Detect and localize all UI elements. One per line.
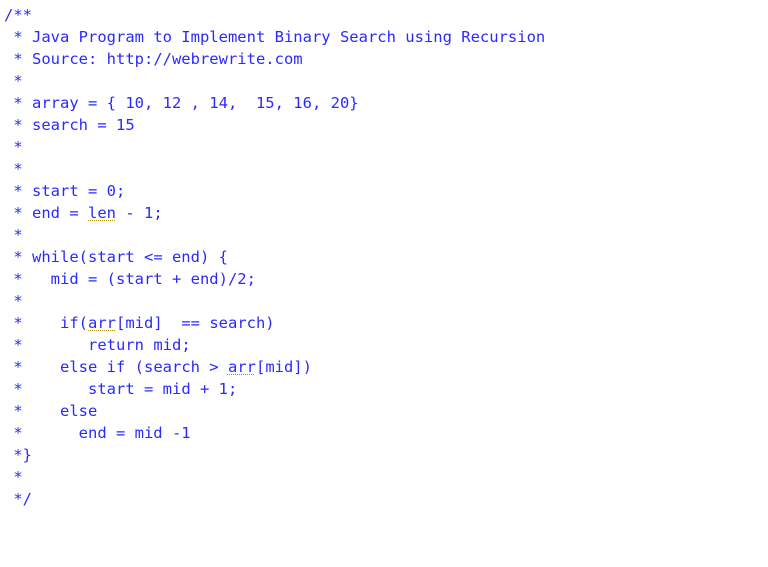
code-line: * Source: http://webrewrite.com [4,50,303,68]
typo-warning-token: arr [228,358,256,376]
code-line: * end = len - 1; [4,204,163,222]
code-text: if( [60,314,88,332]
code-comment-block: /** * Java Program to Implement Binary S… [0,0,768,510]
comment-prefix: * [4,248,32,266]
code-text: end = mid -1 [79,424,191,442]
code-line: * [4,160,23,178]
code-text: [mid]) [256,358,312,376]
comment-prefix: * [4,94,32,112]
code-text: else [60,402,97,420]
comment-prefix: * [4,380,88,398]
code-line: * else if (search > arr[mid]) [4,358,312,376]
code-line: * Java Program to Implement Binary Searc… [4,28,545,46]
code-text: start = 0; [32,182,125,200]
code-line: * [4,292,23,310]
code-line: * return mid; [4,336,191,354]
code-line: * mid = (start + end)/2; [4,270,256,288]
comment-prefix: */ [4,490,32,508]
code-line: * while(start <= end) { [4,248,228,266]
code-text: [mid] == search) [116,314,275,332]
comment-prefix: * [4,468,23,486]
code-line: *} [4,446,32,464]
comment-prefix: * [4,226,23,244]
comment-prefix: * [4,292,23,310]
comment-prefix: *} [4,446,32,464]
code-text: return mid; [88,336,191,354]
code-line: * [4,138,23,156]
code-line: * search = 15 [4,116,135,134]
code-line: * [4,226,23,244]
code-line: * [4,72,23,90]
code-text: mid = (start + end)/2; [51,270,256,288]
code-line: * else [4,402,97,420]
comment-prefix: * [4,270,51,288]
comment-prefix: * [4,138,23,156]
code-line: * if(arr[mid] == search) [4,314,275,332]
comment-prefix: * [4,28,32,46]
code-line: /** [4,6,32,24]
comment-prefix: * [4,424,79,442]
code-text: Java Program to Implement Binary Search … [32,28,545,46]
comment-prefix: * [4,336,88,354]
comment-prefix: /** [4,6,32,24]
code-text: else if (search > [60,358,228,376]
code-line: * array = { 10, 12 , 14, 15, 16, 20} [4,94,359,112]
code-text: Source: http://webrewrite.com [32,50,303,68]
code-text: start = mid + 1; [88,380,237,398]
comment-prefix: * [4,116,32,134]
typo-warning-token: len [88,204,116,222]
typo-warning-token: arr [88,314,116,332]
comment-prefix: * [4,402,60,420]
code-line: */ [4,490,32,508]
comment-prefix: * [4,50,32,68]
comment-prefix: * [4,182,32,200]
code-text: search = 15 [32,116,135,134]
code-line: * [4,468,23,486]
comment-prefix: * [4,314,60,332]
code-text: while(start <= end) { [32,248,228,266]
comment-prefix: * [4,204,32,222]
code-line: * start = mid + 1; [4,380,237,398]
comment-prefix: * [4,72,23,90]
code-line: * start = 0; [4,182,125,200]
comment-prefix: * [4,358,60,376]
code-text: array = { 10, 12 , 14, 15, 16, 20} [32,94,359,112]
code-text: - 1; [116,204,163,222]
comment-prefix: * [4,160,23,178]
code-text: end = [32,204,88,222]
code-line: * end = mid -1 [4,424,191,442]
